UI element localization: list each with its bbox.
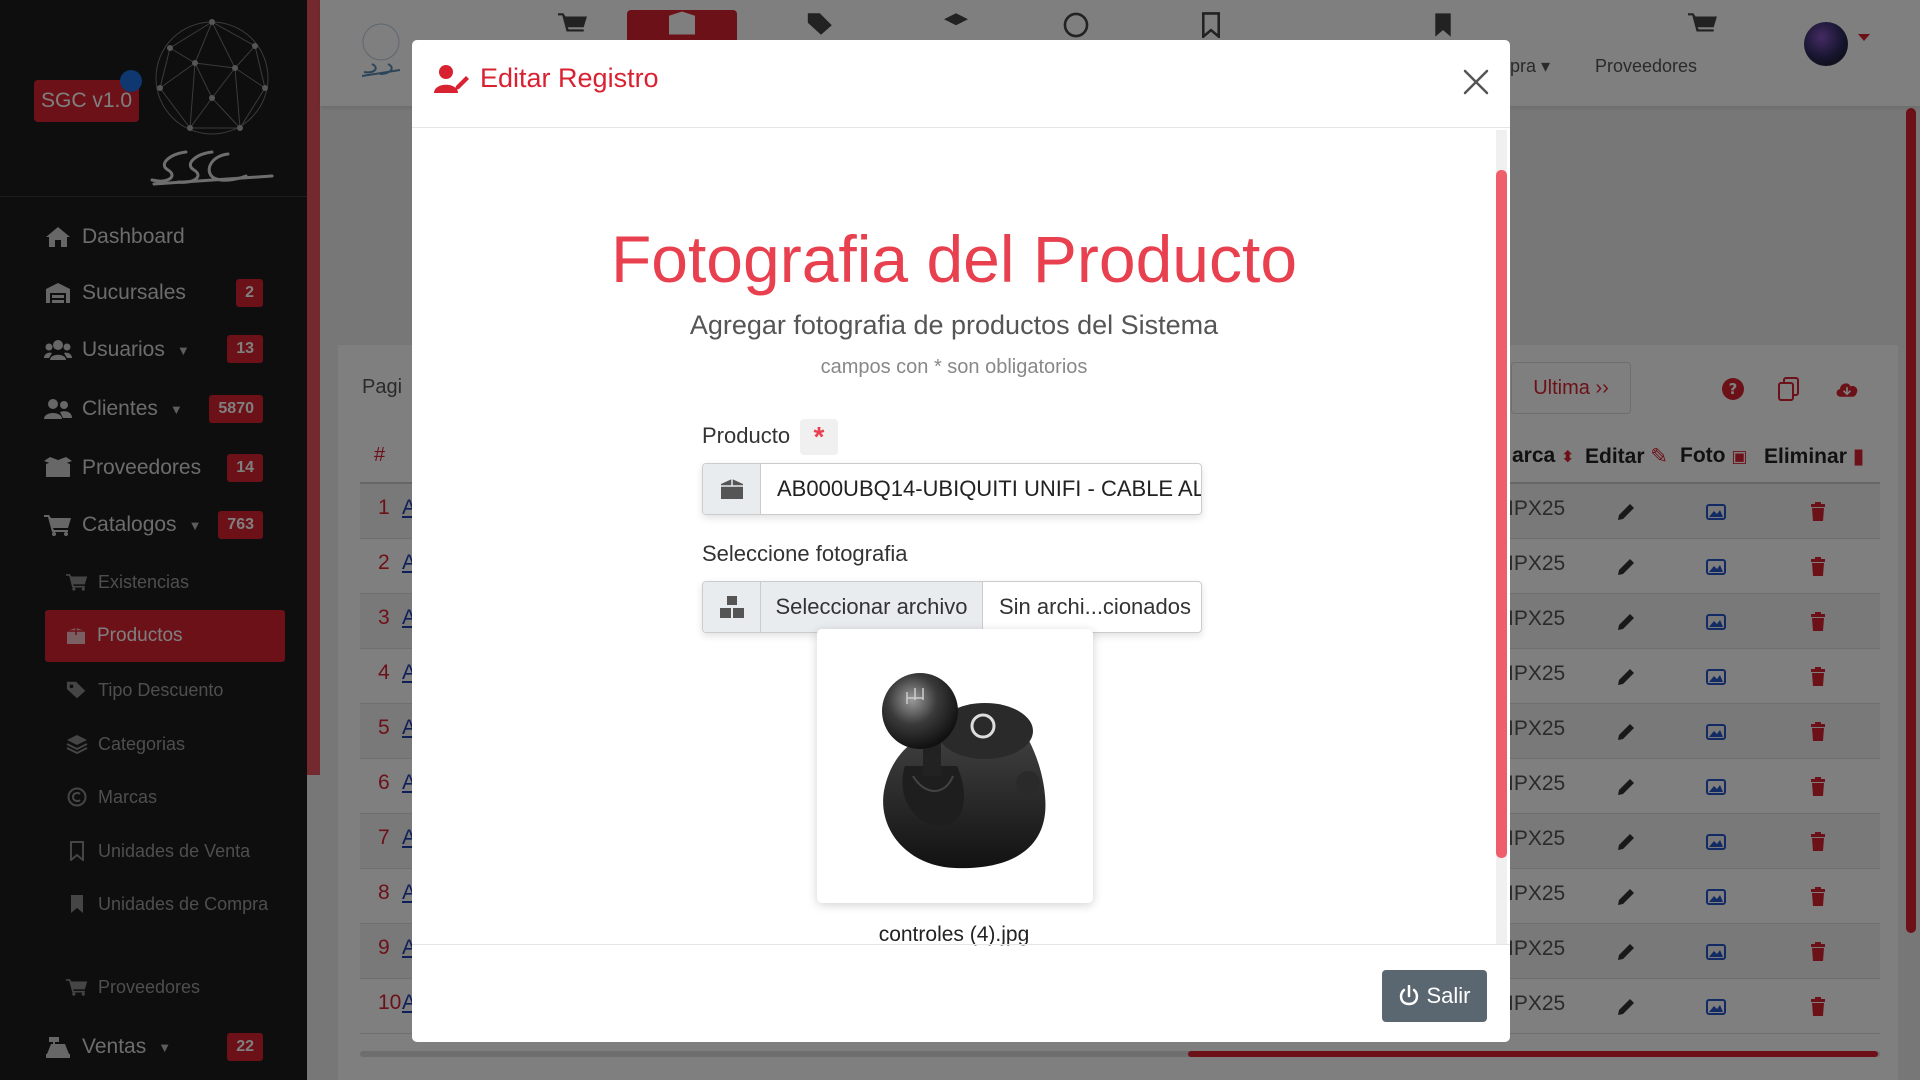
- modal-body: Fotografia del Producto Agregar fotograf…: [412, 129, 1510, 946]
- producto-field[interactable]: AB000UBQ14-UBIQUITI UNIFI - CABLE AL I: [702, 463, 1202, 515]
- close-icon: [1463, 69, 1489, 95]
- close-button[interactable]: [1460, 66, 1492, 98]
- scrollbar-thumb[interactable]: [1496, 170, 1507, 858]
- foto-label: Seleccione fotografia: [702, 541, 908, 566]
- page-title: Fotografia del Producto: [610, 222, 1298, 296]
- file-input[interactable]: Seleccionar archivo Sin archi...cionados: [702, 581, 1202, 633]
- required-note: campos con * son obligatorios: [820, 356, 1088, 378]
- boxes-icon: [703, 582, 761, 632]
- product-photo: [817, 629, 1093, 903]
- box-icon: [703, 464, 761, 514]
- user-edit-icon: [434, 64, 470, 94]
- producto-label: Producto: [702, 423, 791, 448]
- gear-shifter-image: [882, 673, 1046, 869]
- exit-button-label: Salir: [1426, 983, 1471, 1008]
- required-asterisk: *: [800, 419, 838, 455]
- modal-footer: [412, 944, 1510, 1042]
- modal-title-text: Editar Registro: [480, 63, 659, 93]
- select-file-button[interactable]: Seleccionar archivo: [761, 582, 983, 632]
- page-subtitle: Agregar fotografia de productos del Sist…: [689, 310, 1219, 340]
- file-status: Sin archi...cionados: [999, 594, 1191, 619]
- exit-button[interactable]: Salir: [1382, 970, 1487, 1022]
- modal-scrollbar[interactable]: [1496, 130, 1507, 944]
- modal-title: Editar Registro: [434, 63, 659, 94]
- edit-record-modal: Editar Registro Fotografia del Producto …: [412, 40, 1510, 1042]
- power-icon: [1398, 985, 1420, 1007]
- producto-value: AB000UBQ14-UBIQUITI UNIFI - CABLE AL I: [777, 476, 1201, 501]
- modal-header: Editar Registro: [412, 40, 1510, 128]
